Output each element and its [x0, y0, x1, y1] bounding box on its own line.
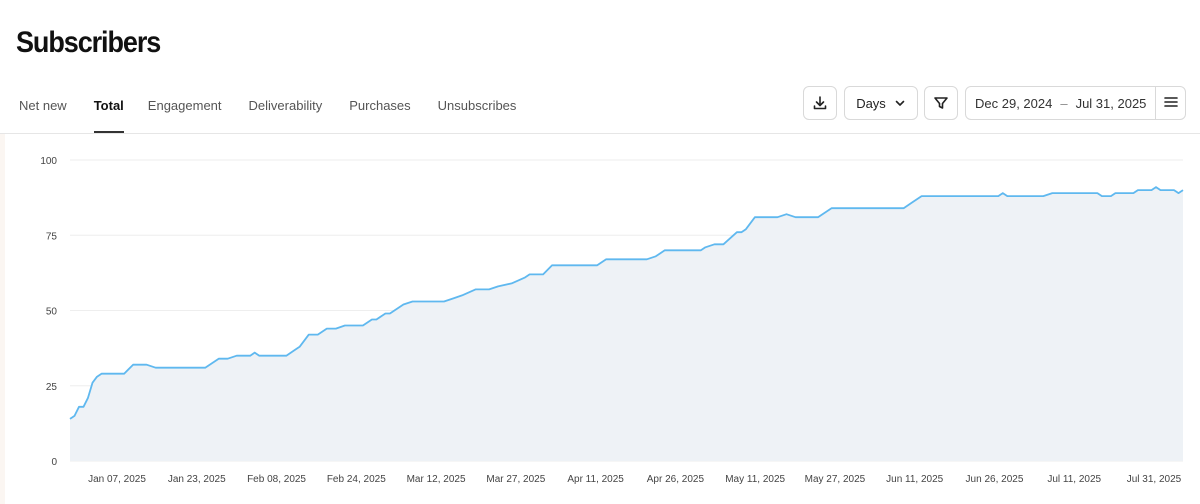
- x-tick-label: May 27, 2025: [805, 474, 866, 485]
- y-tick-label: 50: [46, 307, 58, 318]
- x-tick-label: Mar 27, 2025: [486, 474, 545, 485]
- tab-deliverability[interactable]: Deliverability: [249, 86, 323, 134]
- tab-unsubscribes[interactable]: Unsubscribes: [438, 86, 517, 134]
- x-tick-label: Feb 08, 2025: [247, 474, 306, 485]
- x-tick-label: Jul 31, 2025: [1127, 474, 1182, 485]
- chevron-down-icon: [894, 97, 906, 109]
- x-tick-label: Jun 11, 2025: [886, 474, 944, 485]
- x-tick-label: Apr 26, 2025: [647, 474, 705, 485]
- hamburger-menu-icon: [1163, 95, 1179, 112]
- y-tick-label: 75: [46, 231, 58, 242]
- date-range-picker[interactable]: Dec 29, 2024 – Jul 31, 2025: [965, 86, 1186, 120]
- tab-total[interactable]: Total: [93, 86, 124, 134]
- x-tick-label: Feb 24, 2025: [327, 474, 386, 485]
- x-tick-label: Jun 26, 2025: [966, 474, 1024, 485]
- filter-icon: [933, 95, 949, 111]
- x-tick-label: May 11, 2025: [725, 474, 785, 485]
- tab-net-new[interactable]: Net new: [19, 86, 67, 134]
- chart-canvas: 0 25 50 75 100 Jan 07, 2025 Jan 23, 2025 Feb 08…: [0, 134, 1184, 504]
- date-range-separator: –: [1060, 95, 1068, 111]
- date-range-start: Dec 29, 2024: [975, 95, 1053, 111]
- interval-select[interactable]: Days: [844, 86, 918, 120]
- filter-button[interactable]: [924, 86, 958, 120]
- y-tick-label: 0: [51, 457, 57, 468]
- options-menu-button[interactable]: [1155, 86, 1185, 120]
- x-tick-label: Mar 12, 2025: [407, 474, 466, 485]
- download-button[interactable]: [803, 86, 837, 120]
- y-tick-label: 25: [46, 382, 58, 393]
- x-tick-label: Jul 11, 2025: [1047, 474, 1101, 485]
- interval-select-value: Days: [856, 95, 886, 111]
- y-tick-label: 100: [40, 156, 57, 167]
- x-tick-label: Apr 11, 2025: [567, 474, 624, 485]
- tab-bar: Net new Total Engagement Deliverability …: [0, 86, 516, 134]
- series-area: [70, 187, 1183, 461]
- x-tick-label: Jan 07, 2025: [88, 474, 146, 485]
- date-range-text[interactable]: Dec 29, 2024 – Jul 31, 2025: [966, 96, 1155, 111]
- subscribers-chart: 0 25 50 75 100 Jan 07, 2025 Jan 23, 2025 Feb 08…: [0, 134, 1200, 504]
- date-range-end: Jul 31, 2025: [1075, 95, 1147, 111]
- x-tick-label: Jan 23, 2025: [168, 474, 226, 485]
- tab-engagement[interactable]: Engagement: [148, 86, 222, 134]
- tab-purchases[interactable]: Purchases: [349, 86, 410, 134]
- chart-edge-strip: [0, 134, 5, 504]
- download-icon: [812, 95, 828, 111]
- page-title: Subscribers: [16, 26, 161, 59]
